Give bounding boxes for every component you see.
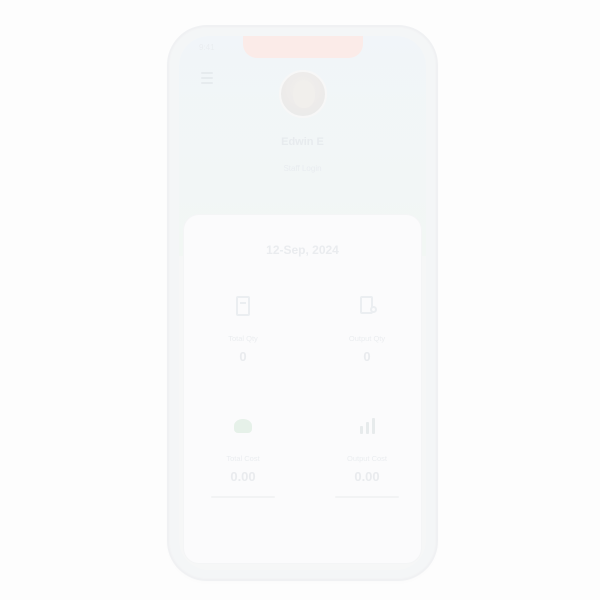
tile-value: 0.00 [354, 469, 380, 484]
tile-label: Output Cost [346, 454, 388, 463]
summary-date: 12-Sep, 2024 [266, 243, 339, 257]
document-edit-icon [356, 295, 378, 317]
avatar[interactable] [279, 70, 327, 118]
box-icon [232, 295, 254, 317]
tile-total-cost[interactable]: Total Cost 0.00 [188, 415, 298, 498]
divider [211, 496, 275, 498]
tile-value: 0 [239, 349, 247, 364]
money-icon [232, 415, 254, 437]
tile-output-qty[interactable]: Output Qty 0 [312, 295, 422, 364]
user-role: Staff Login [283, 164, 322, 173]
tile-value: 0.00 [230, 469, 256, 484]
export-icon [356, 415, 378, 437]
status-time: 9:41 [199, 43, 215, 52]
phone-frame: 9:41 Edwin E Staff Login 12-Sep, 2024 To… [167, 25, 438, 581]
menu-icon[interactable] [201, 72, 215, 86]
tile-value: 0 [363, 349, 371, 364]
tile-label: Output Qty [348, 334, 386, 343]
avatar-face [293, 80, 315, 108]
stage: 9:41 Edwin E Staff Login 12-Sep, 2024 To… [0, 0, 600, 600]
tile-output-cost[interactable]: Output Cost 0.00 [312, 415, 422, 498]
user-name: Edwin E [281, 136, 324, 148]
summary-card: 12-Sep, 2024 Total Qty 0 Output Qty 0 To… [183, 214, 422, 564]
tile-label: Total Qty [228, 334, 258, 343]
phone-screen: 9:41 Edwin E Staff Login 12-Sep, 2024 To… [179, 36, 426, 570]
tile-total-qty[interactable]: Total Qty 0 [188, 295, 298, 364]
phone-notch [243, 36, 363, 58]
tile-label: Total Cost [226, 454, 260, 463]
divider [335, 496, 399, 498]
